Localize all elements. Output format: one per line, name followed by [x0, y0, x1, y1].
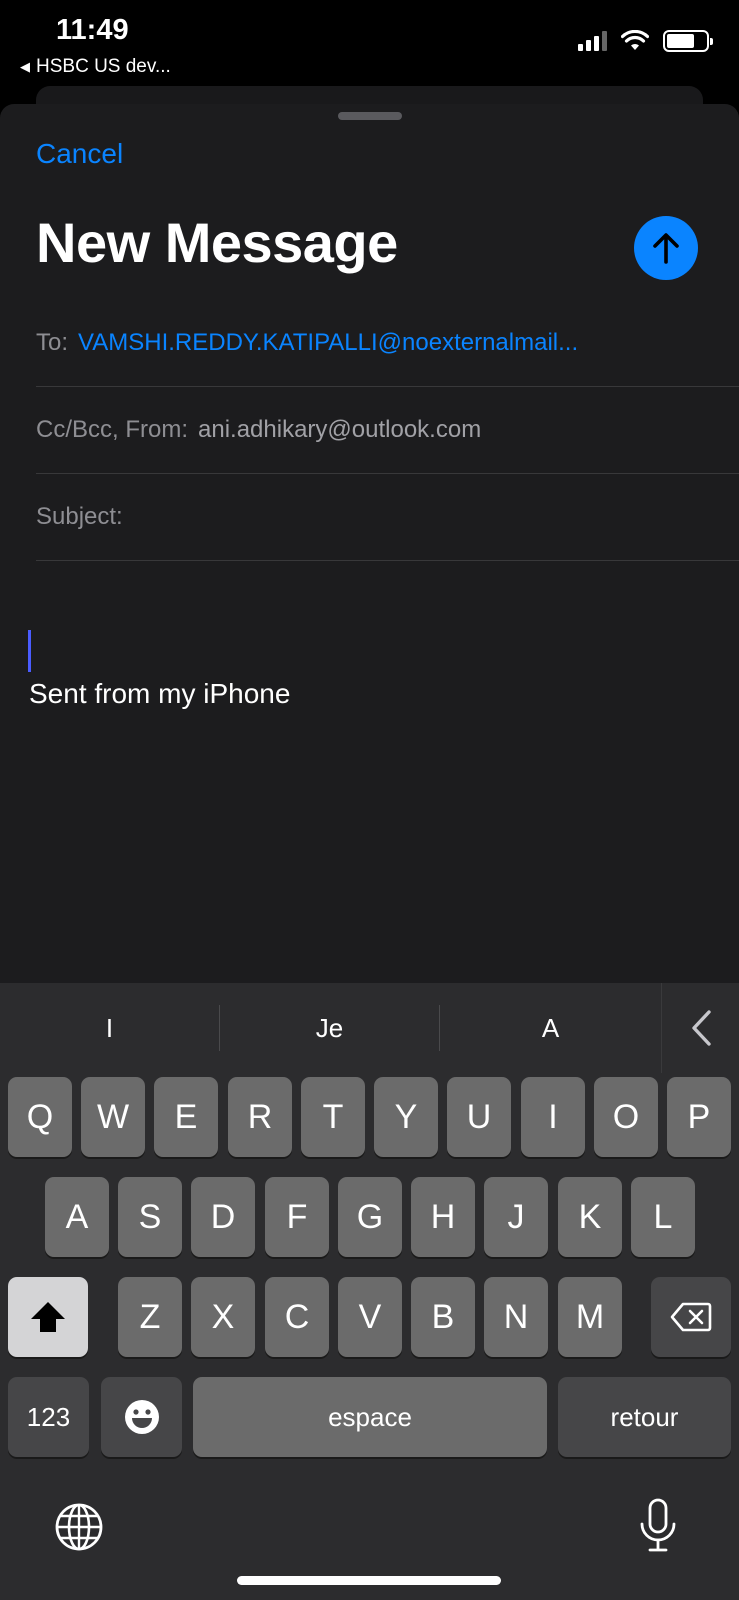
home-indicator[interactable]	[237, 1576, 501, 1585]
arrow-up-icon	[653, 233, 679, 264]
subject-label: Subject:	[36, 503, 123, 530]
key-j[interactable]: J	[484, 1177, 548, 1257]
suggestion-bar: I Je A	[0, 983, 739, 1073]
message-body[interactable]: Sent from my iPhone	[29, 678, 290, 710]
key-x[interactable]: X	[191, 1277, 255, 1357]
microphone-icon[interactable]	[638, 1498, 678, 1554]
return-key[interactable]: retour	[558, 1377, 731, 1457]
back-to-app-link[interactable]: ◀ HSBC US dev...	[20, 56, 171, 78]
space-key[interactable]: espace	[193, 1377, 547, 1457]
page-title: New Message	[36, 211, 398, 274]
delete-key[interactable]	[651, 1277, 731, 1357]
wifi-icon	[621, 30, 649, 50]
emoji-key[interactable]	[101, 1377, 182, 1457]
status-icons	[578, 30, 713, 52]
key-s[interactable]: S	[118, 1177, 182, 1257]
key-k[interactable]: K	[558, 1177, 622, 1257]
key-t[interactable]: T	[301, 1077, 365, 1157]
key-v[interactable]: V	[338, 1277, 402, 1357]
key-g[interactable]: G	[338, 1177, 402, 1257]
numbers-key[interactable]: 123	[8, 1377, 89, 1457]
shift-key[interactable]	[8, 1277, 88, 1357]
key-l[interactable]: L	[631, 1177, 695, 1257]
collapse-suggestions-button[interactable]	[661, 983, 739, 1073]
shift-arrow-icon	[31, 1302, 65, 1332]
key-r[interactable]: R	[228, 1077, 292, 1157]
key-d[interactable]: D	[191, 1177, 255, 1257]
globe-icon[interactable]	[54, 1502, 104, 1552]
recipient-token[interactable]: VAMSHI.REDDY.KATIPALLI@noexternalmail...	[78, 329, 578, 357]
send-button[interactable]	[634, 216, 698, 280]
key-y[interactable]: Y	[374, 1077, 438, 1157]
keyboard: I Je A Q W E R T Y U I O P A S D F G H J…	[0, 983, 739, 1600]
suggestion-item[interactable]: I	[0, 983, 219, 1073]
cellular-signal-icon	[578, 31, 607, 51]
back-app-label: HSBC US dev...	[36, 56, 171, 77]
screen: 11:49 ◀ HSBC US dev... Cancel New Messag…	[0, 0, 739, 1600]
key-f[interactable]: F	[265, 1177, 329, 1257]
key-m[interactable]: M	[558, 1277, 622, 1357]
key-o[interactable]: O	[594, 1077, 658, 1157]
key-p[interactable]: P	[667, 1077, 731, 1157]
suggestion-item[interactable]: A	[440, 983, 661, 1073]
cancel-button[interactable]: Cancel	[36, 138, 123, 170]
backspace-icon	[670, 1302, 712, 1332]
key-b[interactable]: B	[411, 1277, 475, 1357]
cc-bcc-from-field[interactable]: Cc/Bcc, From: ani.adhikary@outlook.com	[36, 387, 739, 474]
back-triangle-icon: ◀	[20, 59, 30, 74]
key-n[interactable]: N	[484, 1277, 548, 1357]
key-c[interactable]: C	[265, 1277, 329, 1357]
key-u[interactable]: U	[447, 1077, 511, 1157]
status-time: 11:49	[56, 14, 129, 46]
key-e[interactable]: E	[154, 1077, 218, 1157]
key-w[interactable]: W	[81, 1077, 145, 1157]
key-a[interactable]: A	[45, 1177, 109, 1257]
suggestion-item[interactable]: Je	[220, 983, 439, 1073]
sheet-grabber[interactable]	[338, 112, 402, 120]
emoji-icon	[124, 1400, 159, 1434]
key-i[interactable]: I	[521, 1077, 585, 1157]
key-q[interactable]: Q	[8, 1077, 72, 1157]
from-address[interactable]: ani.adhikary@outlook.com	[198, 416, 481, 444]
to-label: To:	[36, 329, 69, 356]
subject-field[interactable]: Subject:	[36, 474, 739, 561]
text-cursor	[28, 630, 31, 672]
to-field[interactable]: To: VAMSHI.REDDY.KATIPALLI@noexternalmai…	[36, 300, 739, 387]
battery-icon	[663, 30, 713, 52]
key-z[interactable]: Z	[118, 1277, 182, 1357]
cc-bcc-from-label: Cc/Bcc, From:	[36, 416, 189, 443]
key-h[interactable]: H	[411, 1177, 475, 1257]
chevron-left-icon	[691, 1010, 711, 1046]
